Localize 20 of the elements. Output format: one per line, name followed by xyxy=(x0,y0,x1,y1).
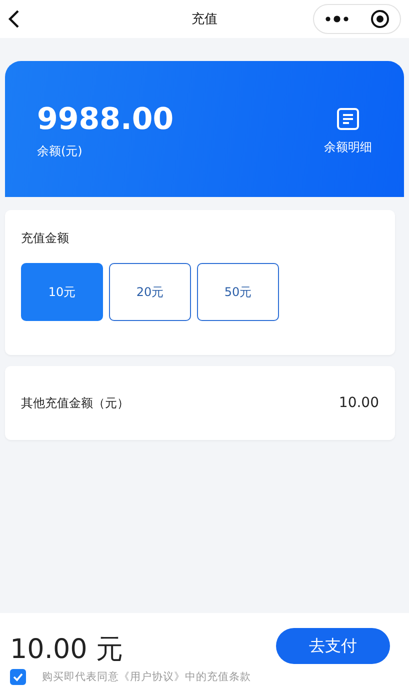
close-icon[interactable] xyxy=(370,9,390,29)
amount-option[interactable]: 50元 xyxy=(197,263,279,321)
balance-amount: 9988.00 xyxy=(37,102,174,137)
check-icon xyxy=(12,671,24,683)
other-amount-value[interactable]: 10.00 xyxy=(338,395,379,411)
back-icon[interactable] xyxy=(8,9,20,29)
more-icon[interactable] xyxy=(324,15,350,23)
amount-option[interactable]: 20元 xyxy=(109,263,191,321)
balance-detail-link[interactable]: 余额明细 xyxy=(324,138,372,156)
amount-option[interactable]: 10元 xyxy=(21,263,103,321)
agreement-text: 购买即代表同意《用户协议》中的充值条款 xyxy=(42,670,251,684)
total-amount: 10.00 元 xyxy=(10,633,123,667)
list-icon[interactable] xyxy=(336,106,360,130)
agree-checkbox[interactable] xyxy=(10,669,26,685)
pay-button[interactable]: 去支付 xyxy=(276,628,390,664)
capsule-menu[interactable] xyxy=(313,4,401,34)
section-title: 充值金额 xyxy=(21,230,70,247)
balance-label: 余额(元) xyxy=(37,143,84,160)
page-title: 充值 xyxy=(190,11,218,28)
other-amount-label: 其他充值金额（元） xyxy=(21,394,129,412)
